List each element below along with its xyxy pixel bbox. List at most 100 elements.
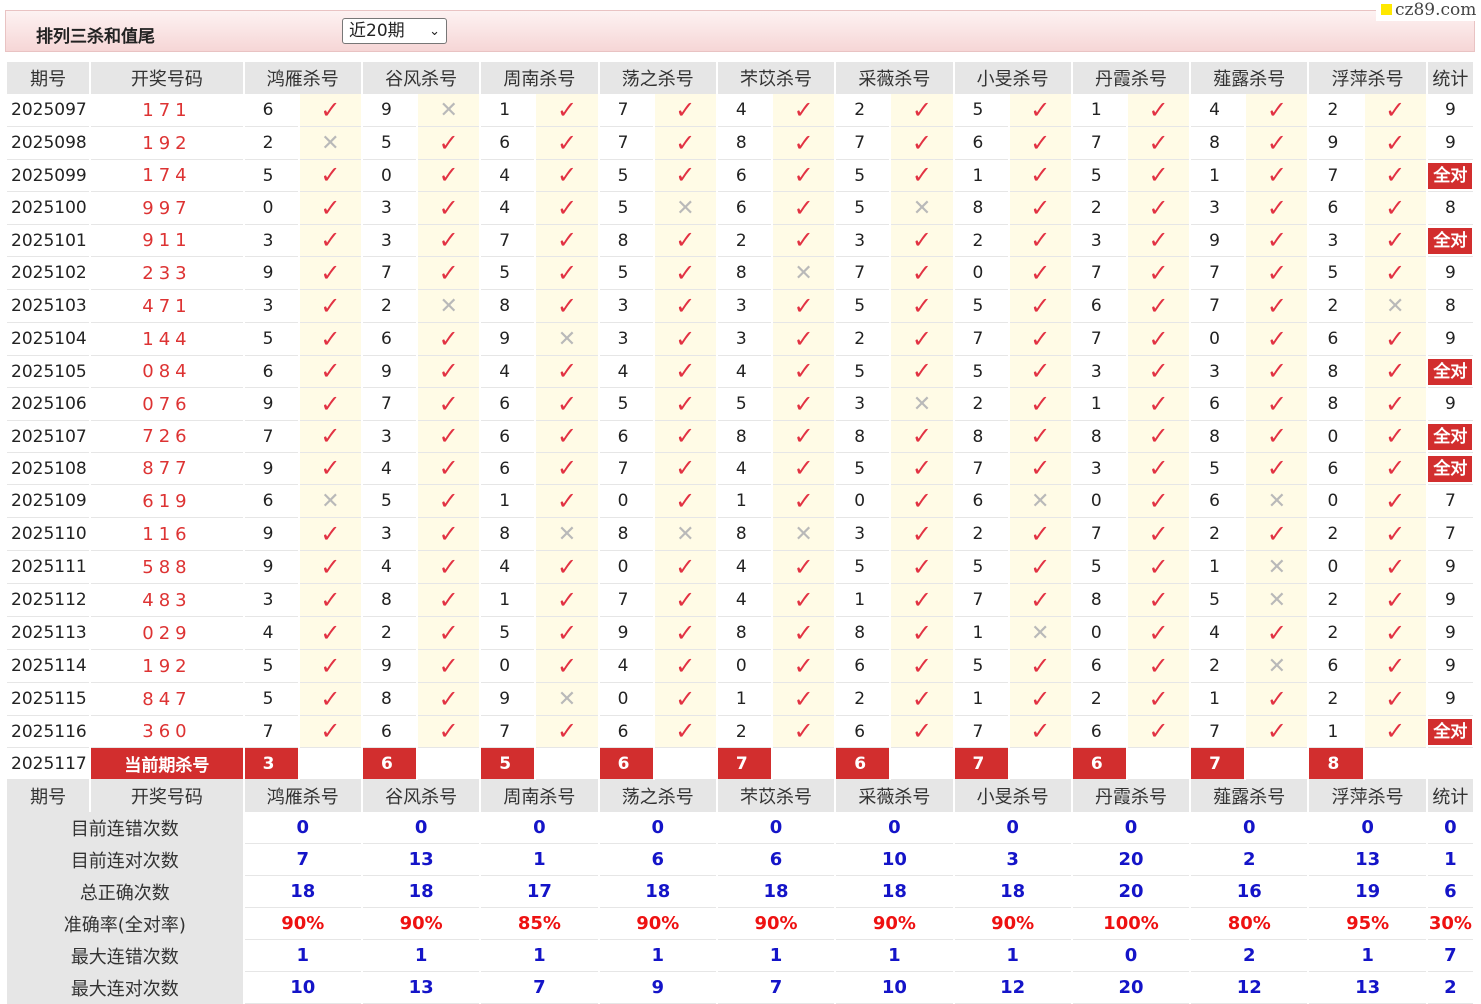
stat-total-value: 0 — [1427, 812, 1473, 844]
kill-number-cell: 6 — [481, 421, 535, 453]
kill-number-cell: 1 — [717, 485, 772, 518]
result-cell: ✓ — [1127, 323, 1190, 356]
result-cell: ✓ — [299, 453, 361, 485]
result-cell: ✓ — [1127, 421, 1190, 453]
result-cell: ✕ — [418, 290, 480, 323]
kill-number-cell: 4 — [599, 356, 653, 388]
header-expert-1: 鸿雁杀号 — [244, 780, 361, 812]
empty-cell — [654, 748, 716, 780]
check-icon: ✓ — [438, 519, 459, 548]
result-cell: ✕ — [1009, 617, 1071, 650]
result-cell: ✓ — [1246, 683, 1308, 716]
draw-number-cell: 084 — [91, 356, 243, 388]
stat-value: 0 — [362, 812, 480, 844]
header-expert-4: 荡之杀号 — [599, 780, 716, 812]
result-cell: ✓ — [418, 551, 480, 584]
result-cell: ✓ — [1246, 617, 1308, 650]
total-cell: 9 — [1427, 551, 1473, 584]
kill-number-cell: 3 — [1072, 356, 1126, 388]
table-row: 2025104 144 5 ✓ 6 ✓ 9 ✕ 3 ✓ 3 ✓ 2 ✓ 7 ✓ 7 ✓ 0 ✓ 6 ✓ 9 — [7, 323, 1473, 356]
header-expert-7: 小旻杀号 — [954, 780, 1071, 812]
cross-icon: ✕ — [1031, 489, 1050, 514]
kill-number-cell: 8 — [954, 192, 1008, 225]
draw-number-cell: 726 — [91, 421, 243, 453]
stat-value: 12 — [954, 972, 1071, 1004]
cross-icon: ✕ — [1267, 588, 1287, 613]
kill-number-cell: 0 — [1072, 485, 1126, 518]
check-icon: ✓ — [793, 454, 814, 482]
result-cell: ✓ — [418, 160, 480, 192]
check-icon: ✓ — [1385, 95, 1406, 124]
period-cell: 2025116 — [7, 716, 90, 748]
kill-number-cell: 5 — [954, 551, 1008, 584]
check-icon: ✓ — [320, 161, 341, 189]
header-period: 期号 — [7, 62, 90, 94]
current-kill-number: 6 — [1072, 748, 1126, 780]
period-cell: 2025112 — [7, 584, 90, 617]
kill-number-cell: 8 — [1072, 421, 1126, 453]
stat-value: 0 — [836, 812, 953, 844]
result-cell: ✓ — [299, 160, 361, 192]
total-cell: 全对 — [1427, 716, 1473, 748]
empty-cell — [1246, 748, 1308, 780]
check-icon: ✓ — [793, 486, 814, 515]
check-icon: ✓ — [438, 161, 459, 189]
result-cell: ✓ — [773, 650, 835, 683]
kill-number-cell: 1 — [954, 160, 1008, 192]
result-cell: ✕ — [1364, 290, 1426, 323]
stat-value: 0 — [954, 812, 1071, 844]
check-icon: ✓ — [1148, 193, 1169, 222]
total-cell: 9 — [1427, 617, 1473, 650]
result-cell: ✓ — [299, 192, 361, 225]
result-cell: ✓ — [299, 650, 361, 683]
kill-number-cell: 3 — [244, 584, 298, 617]
check-icon: ✓ — [320, 552, 341, 581]
check-icon: ✓ — [320, 291, 341, 320]
check-icon: ✓ — [675, 552, 696, 581]
kill-number-cell: 6 — [244, 94, 298, 127]
kill-number-cell: 8 — [1191, 127, 1245, 160]
check-icon: ✓ — [556, 95, 578, 124]
kill-number-cell: 6 — [836, 650, 890, 683]
kill-number-cell: 5 — [954, 290, 1008, 323]
check-icon: ✓ — [320, 585, 341, 614]
check-icon: ✓ — [1385, 324, 1406, 353]
kill-number-cell: 8 — [599, 225, 653, 257]
check-icon: ✓ — [438, 357, 459, 385]
check-icon: ✓ — [320, 651, 341, 680]
kill-number-cell: 5 — [954, 650, 1008, 683]
kill-number-cell: 1 — [1191, 683, 1245, 716]
period-select[interactable]: 近20期 ⌄ — [342, 18, 447, 44]
kill-number-cell: 7 — [599, 453, 653, 485]
result-cell: ✓ — [299, 683, 361, 716]
stat-value: 0 — [1309, 812, 1426, 844]
check-icon: ✓ — [1148, 454, 1169, 482]
result-cell: ✓ — [1246, 518, 1308, 551]
check-icon: ✓ — [556, 454, 578, 482]
kill-number-cell: 8 — [717, 421, 772, 453]
site-watermark: cz89.com — [1376, 0, 1481, 21]
check-icon: ✓ — [675, 651, 696, 680]
header-expert-2: 谷风杀号 — [362, 780, 480, 812]
check-icon: ✓ — [911, 324, 932, 353]
result-cell: ✕ — [1246, 584, 1308, 617]
kill-number-cell: 2 — [954, 388, 1008, 421]
table-header-row: 期号 开奖号码 鸿雁杀号 谷风杀号 周南杀号 荡之杀号 芣苡杀号 采薇杀号 小旻杀号 丹霞杀号 薤露… — [7, 62, 1473, 94]
kill-number-cell: 5 — [1191, 453, 1245, 485]
check-icon: ✓ — [675, 226, 696, 254]
total-cell: 9 — [1427, 584, 1473, 617]
result-cell: ✓ — [536, 388, 598, 421]
result-cell: ✓ — [1009, 551, 1071, 584]
result-cell: ✓ — [1009, 160, 1071, 192]
kill-number-cell: 6 — [1309, 192, 1363, 225]
stat-value: 1 — [954, 940, 1071, 972]
result-cell: ✓ — [1009, 388, 1071, 421]
check-icon: ✓ — [1266, 684, 1287, 713]
kill-number-cell: 1 — [481, 485, 535, 518]
check-icon: ✓ — [1030, 193, 1051, 222]
result-cell: ✓ — [299, 617, 361, 650]
result-cell: ✓ — [418, 518, 480, 551]
kill-number-cell: 8 — [362, 584, 417, 617]
result-cell: ✓ — [418, 421, 480, 453]
result-cell: ✓ — [773, 617, 835, 650]
